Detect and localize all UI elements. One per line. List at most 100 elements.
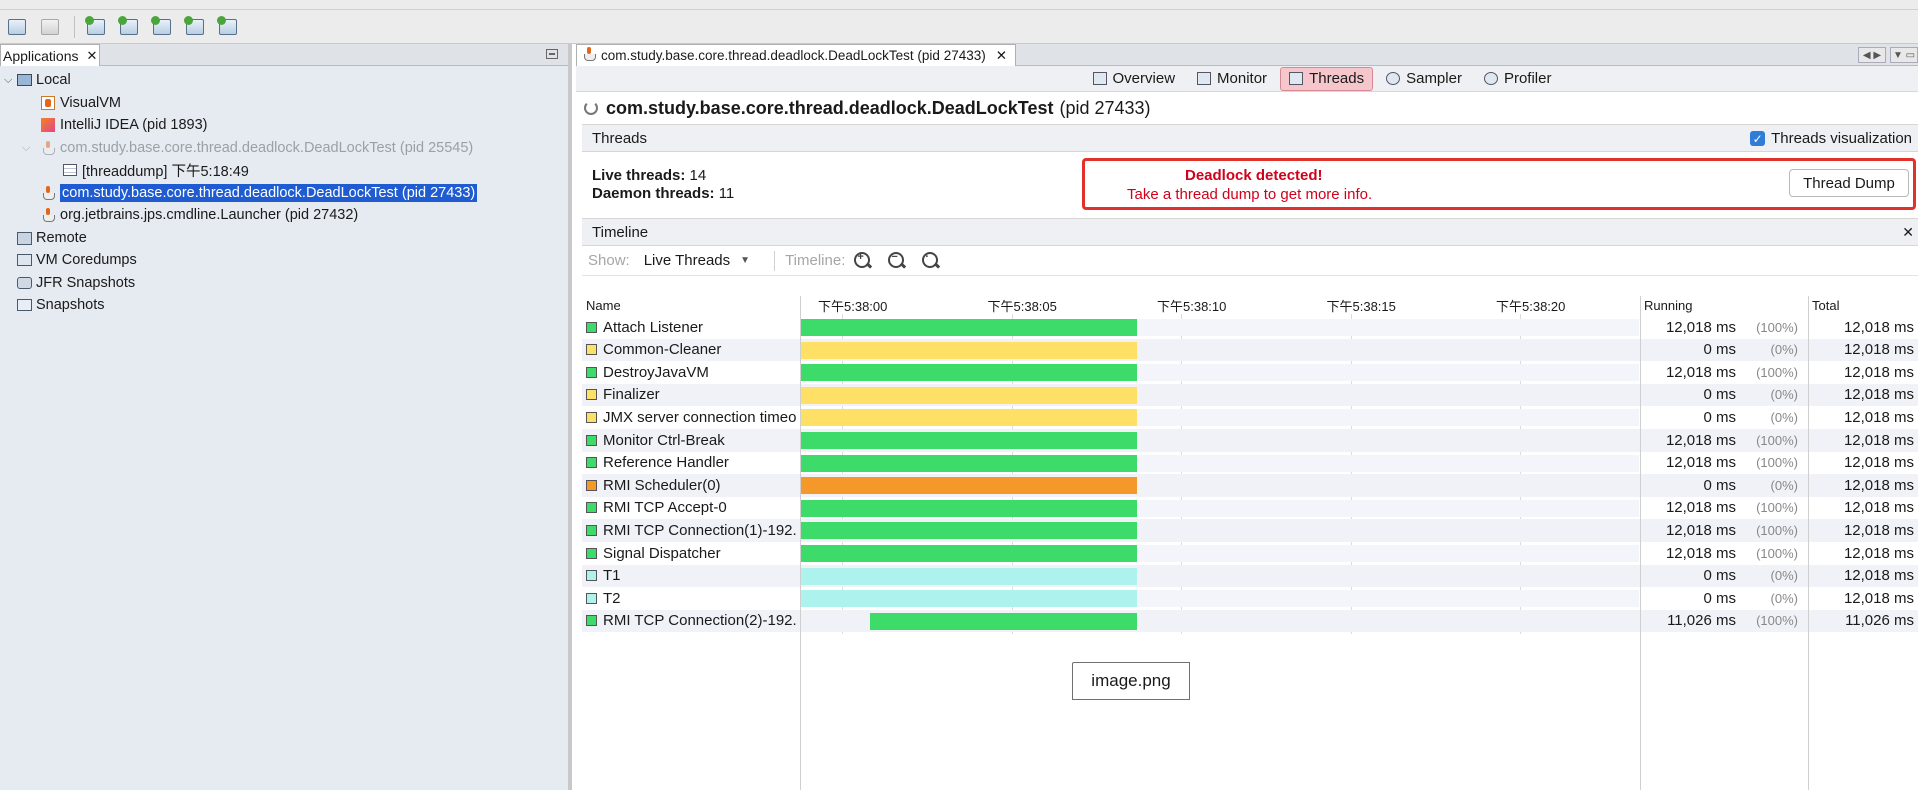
tree-label: VisualVM bbox=[60, 95, 121, 111]
thread-state-swatch bbox=[586, 389, 597, 401]
tree-label: VM Coredumps bbox=[36, 252, 137, 268]
timeline-label: Timeline: bbox=[785, 252, 846, 269]
scroll-left-icon[interactable]: ◀ ▶ bbox=[1858, 47, 1886, 63]
tree-node-snapshots[interactable]: Snapshots bbox=[16, 294, 105, 316]
threads-visualization-toggle[interactable]: ✓ Threads visualization bbox=[1750, 130, 1912, 147]
thread-row[interactable]: RMI TCP Connection(1)-192.168.1. 12,018 m… bbox=[582, 519, 1918, 542]
thread-state-bar bbox=[870, 612, 1137, 630]
thread-row[interactable]: Attach Listener 12,018 ms (100%) 12,018 ms bbox=[582, 316, 1918, 339]
add-jmx-connection-button[interactable] bbox=[83, 15, 109, 39]
tree-label: JFR Snapshots bbox=[36, 275, 136, 291]
jfr-snapshot-icon bbox=[16, 275, 32, 291]
process-tab[interactable]: com.study.base.core.thread.deadlock.Dead… bbox=[576, 44, 1016, 66]
thread-state-swatch bbox=[586, 457, 597, 469]
add-remote-host-button[interactable] bbox=[116, 15, 142, 39]
process-panel: com.study.base.core.thread.deadlock.Dead… bbox=[576, 44, 1918, 790]
thread-row[interactable]: RMI TCP Connection(2)-192.168.1. 11,026 m… bbox=[582, 609, 1918, 633]
computer-icon bbox=[16, 72, 32, 88]
thread-row[interactable]: RMI Scheduler(0) 0 ms (0%) 12,018 ms bbox=[582, 474, 1918, 497]
tab-threads[interactable]: Threads bbox=[1280, 66, 1374, 91]
tab-overview[interactable]: Overview bbox=[1084, 67, 1185, 91]
expand-local-icon[interactable]: ⌵ bbox=[4, 74, 12, 87]
thread-row[interactable]: Monitor Ctrl-Break 12,018 ms (100%) 12,018 … bbox=[582, 429, 1918, 452]
tree-node-jfr[interactable]: JFR Snapshots bbox=[16, 272, 135, 294]
running-time: 0 ms bbox=[1703, 567, 1736, 585]
running-percent: (0%) bbox=[1770, 409, 1798, 425]
running-time: 0 ms bbox=[1703, 476, 1736, 494]
thread-row[interactable]: Common-Cleaner 0 ms (0%) 12,018 ms bbox=[582, 338, 1918, 362]
tree-node-launcher[interactable]: org.jetbrains.jps.cmdline.Launcher (pid … bbox=[40, 204, 358, 226]
tab-profiler[interactable]: Profiler bbox=[1475, 67, 1561, 91]
thread-name: DestroyJavaVM bbox=[586, 361, 796, 383]
tree-node-remote[interactable]: Remote bbox=[16, 227, 87, 249]
thread-dump-button[interactable]: Thread Dump bbox=[1789, 169, 1909, 197]
thread-row[interactable]: JMX server connection timeout 21 0 ms (0%)… bbox=[582, 406, 1918, 429]
tab-sampler[interactable]: Sampler bbox=[1377, 67, 1471, 91]
thread-state-bar bbox=[801, 341, 1137, 359]
running-time: 12,018 ms bbox=[1665, 363, 1736, 381]
tree-label: Snapshots bbox=[36, 297, 105, 313]
tree-node-coredumps[interactable]: VM Coredumps bbox=[16, 249, 137, 271]
zoom-fit-icon[interactable]: · bbox=[921, 251, 941, 271]
expand-old-process-icon[interactable]: ⌵ bbox=[22, 142, 30, 155]
thread-row[interactable]: Reference Handler 12,018 ms (100%) 12,018 m… bbox=[582, 452, 1918, 475]
tree-node-visualvm[interactable]: VisualVM bbox=[40, 92, 121, 114]
tab-navigation: ◀ ▶ ▼ ▭ bbox=[1854, 47, 1918, 63]
thread-name-text: T1 bbox=[603, 567, 621, 585]
thread-state-bar bbox=[801, 319, 1137, 336]
thread-row[interactable]: Finalizer 0 ms (0%) 12,018 ms bbox=[582, 383, 1918, 407]
save-button[interactable] bbox=[37, 15, 63, 39]
tab-list-icon[interactable]: ▼ ▭ bbox=[1890, 47, 1918, 63]
tree-label: com.study.base.core.thread.deadlock.Dead… bbox=[60, 184, 478, 202]
tree-node-current-process[interactable]: com.study.base.core.thread.deadlock.Dead… bbox=[40, 182, 478, 204]
thread-row[interactable]: T2 0 ms (0%) 12,018 ms bbox=[582, 587, 1918, 610]
tree-label: Local bbox=[36, 72, 71, 88]
tab-label: Sampler bbox=[1406, 70, 1462, 87]
tree-node-local[interactable]: Local bbox=[16, 69, 71, 91]
thread-state-swatch bbox=[586, 615, 597, 627]
close-icon[interactable]: ✕ bbox=[996, 48, 1007, 64]
running-percent: (100%) bbox=[1756, 432, 1798, 448]
tree-node-intellij[interactable]: IntelliJ IDEA (pid 1893) bbox=[40, 114, 208, 136]
tree-node-threaddump[interactable]: [threaddump] 下午5:18:49 bbox=[62, 159, 249, 181]
close-icon[interactable]: ✕ bbox=[1902, 224, 1914, 241]
live-threads-label: Live threads: bbox=[592, 167, 686, 184]
running-time: 0 ms bbox=[1703, 408, 1736, 426]
running-percent: (0%) bbox=[1770, 342, 1798, 358]
open-file-button[interactable] bbox=[4, 15, 30, 39]
column-divider bbox=[1808, 296, 1809, 790]
timeline-section-title: Timeline bbox=[592, 223, 649, 241]
thread-name-text: Common-Cleaner bbox=[603, 341, 722, 359]
tab-monitor[interactable]: Monitor bbox=[1188, 67, 1276, 91]
column-header-total: Total bbox=[1812, 297, 1840, 313]
total-time: 12,018 ms bbox=[1843, 408, 1914, 426]
compare-snapshots-button[interactable] bbox=[215, 15, 241, 39]
timeline-controls: Show: Live Threads ▼ Timeline: + − · bbox=[582, 246, 1918, 276]
show-dropdown[interactable]: Live Threads ▼ bbox=[638, 252, 756, 269]
zoom-out-icon[interactable]: − bbox=[887, 251, 907, 271]
running-time: 12,018 ms bbox=[1665, 454, 1736, 472]
load-snapshot-button[interactable] bbox=[182, 15, 208, 39]
thread-row[interactable]: Signal Dispatcher 12,018 ms (100%) 12,018 m… bbox=[582, 542, 1918, 565]
java-app-icon bbox=[40, 140, 56, 156]
zoom-in-icon[interactable]: + bbox=[853, 251, 873, 271]
running-time: 12,018 ms bbox=[1665, 431, 1736, 449]
add-coredump-button[interactable] bbox=[149, 15, 175, 39]
thread-state-bar bbox=[801, 522, 1137, 540]
running-percent: (100%) bbox=[1756, 613, 1798, 629]
add-remote-icon bbox=[118, 15, 138, 35]
timeline-tick-label: 下午5:38:05 bbox=[987, 299, 1057, 314]
tree-node-old-process[interactable]: com.study.base.core.thread.deadlock.Dead… bbox=[40, 137, 473, 159]
thread-state-bar bbox=[801, 590, 1137, 608]
thread-row[interactable]: T1 0 ms (0%) 12,018 ms bbox=[582, 564, 1918, 588]
thread-name-text: RMI TCP Connection(1)-192.168.1. bbox=[603, 521, 796, 539]
minimize-icon[interactable] bbox=[546, 49, 558, 59]
close-icon[interactable]: ✕ bbox=[87, 48, 98, 64]
thread-row[interactable]: RMI TCP Accept-0 12,018 ms (100%) 12,018 ms bbox=[582, 497, 1918, 520]
thread-state-swatch bbox=[586, 570, 597, 582]
applications-tab[interactable]: Applications ✕ bbox=[0, 44, 100, 66]
thread-row[interactable]: DestroyJavaVM 12,018 ms (100%) 12,018 ms bbox=[582, 361, 1918, 384]
total-time: 12,018 ms bbox=[1843, 521, 1914, 539]
checkbox-checked-icon[interactable]: ✓ bbox=[1750, 131, 1766, 146]
thread-name-text: T2 bbox=[603, 589, 621, 607]
